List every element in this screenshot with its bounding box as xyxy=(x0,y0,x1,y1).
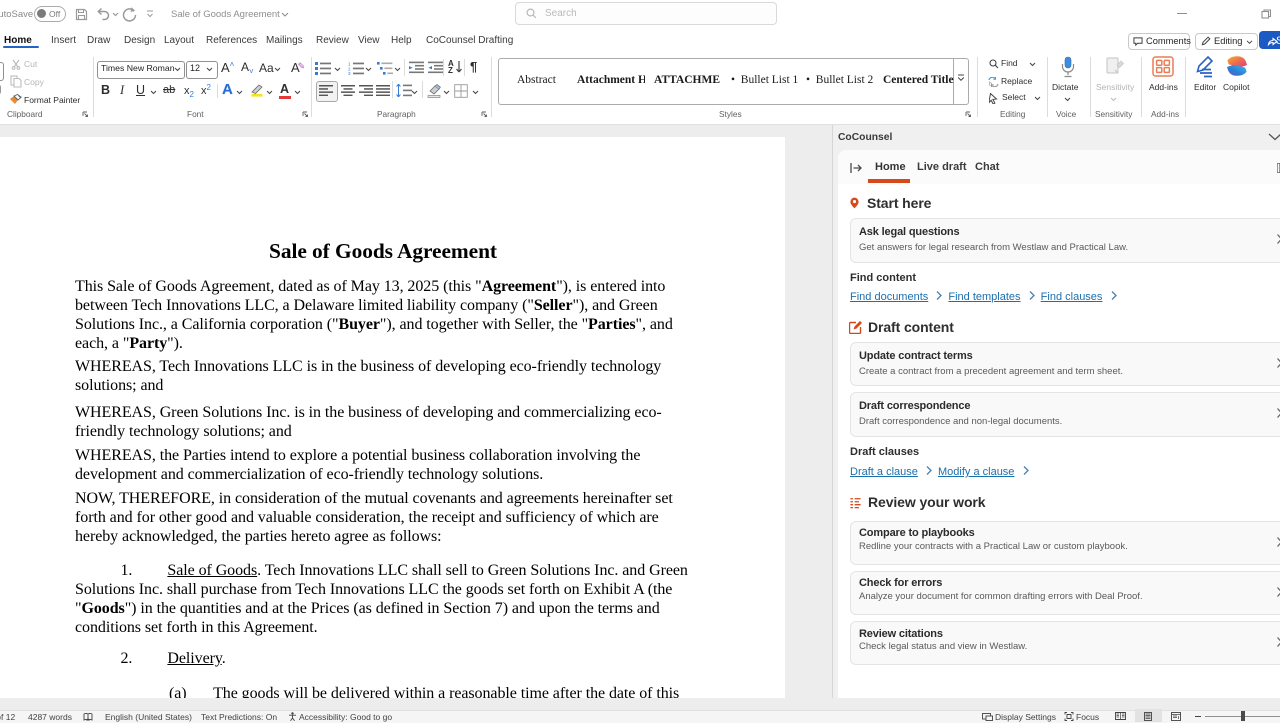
svg-text:3: 3 xyxy=(348,71,351,75)
svg-text:b: b xyxy=(989,82,992,87)
